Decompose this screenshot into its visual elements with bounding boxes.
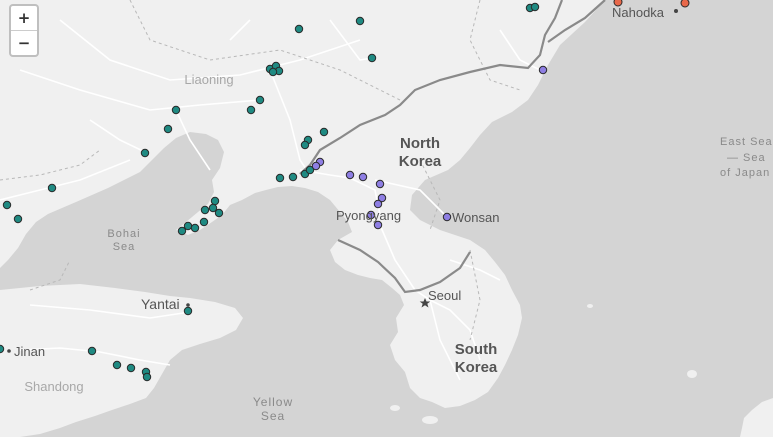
map-marker[interactable] (87, 346, 97, 356)
east-sea-label-2: — Sea (727, 152, 766, 164)
map-marker[interactable] (375, 179, 385, 189)
map-marker[interactable] (214, 208, 224, 218)
bohai-sea-label-1: Bohai (107, 228, 140, 240)
map-marker[interactable] (142, 372, 152, 382)
nahodka-city-dot (674, 9, 678, 13)
map-marker[interactable] (255, 95, 265, 105)
east-sea-label-3: of Japan (720, 167, 770, 179)
map-marker[interactable] (47, 183, 57, 193)
map-marker[interactable] (319, 127, 329, 137)
east-sea-label-1: East Sea (720, 136, 773, 148)
wonsan-label: Wonsan (452, 210, 499, 225)
map-marker[interactable] (183, 306, 193, 316)
map-marker[interactable] (199, 217, 209, 227)
island (687, 370, 697, 378)
map-marker[interactable] (288, 172, 298, 182)
liaoning-label: Liaoning (184, 72, 233, 87)
bohai-sea-label-2: Sea (113, 241, 136, 253)
map-marker[interactable] (268, 67, 278, 77)
pyongyang-label: Pyongyang (336, 208, 401, 223)
map-marker[interactable] (0, 344, 5, 354)
map-marker[interactable] (210, 196, 220, 206)
north-korea-label-2: Korea (399, 153, 442, 170)
island (422, 416, 438, 424)
map-marker[interactable] (275, 173, 285, 183)
map-marker[interactable] (2, 200, 12, 210)
jinan-label: Jinan (14, 344, 45, 359)
zoom-out-button[interactable]: − (11, 30, 37, 55)
island (587, 304, 593, 308)
yantai-label: Yantai (141, 296, 180, 312)
south-korea-label-2: Korea (455, 359, 498, 376)
map-marker[interactable] (300, 140, 310, 150)
seoul-label: Seoul (428, 288, 461, 303)
map-canvas[interactable]: + − North Korea South Korea Liaoning Sha… (0, 0, 773, 437)
yellow-sea-label-1: Yellow (253, 395, 293, 409)
map-svg: North Korea South Korea Liaoning Shandon… (0, 0, 773, 437)
map-marker[interactable] (112, 360, 122, 370)
zoom-control: + − (9, 4, 39, 57)
map-marker[interactable] (13, 214, 23, 224)
map-marker[interactable] (538, 65, 548, 75)
map-marker[interactable] (367, 53, 377, 63)
yellow-sea-label-2: Sea (261, 409, 285, 423)
zoom-in-button[interactable]: + (11, 6, 37, 30)
shandong-label: Shandong (24, 379, 83, 394)
map-marker[interactable] (200, 205, 210, 215)
map-marker[interactable] (171, 105, 181, 115)
island (390, 405, 400, 411)
map-marker[interactable] (355, 16, 365, 26)
map-marker[interactable] (177, 226, 187, 236)
map-marker[interactable] (680, 0, 690, 8)
north-korea-label-1: North (400, 135, 440, 152)
map-marker[interactable] (126, 363, 136, 373)
jinan-city-dot (7, 349, 11, 353)
map-marker[interactable] (442, 212, 452, 222)
map-marker[interactable] (345, 170, 355, 180)
map-marker[interactable] (190, 223, 200, 233)
map-marker[interactable] (294, 24, 304, 34)
map-marker[interactable] (358, 172, 368, 182)
map-marker[interactable] (530, 2, 540, 12)
map-marker[interactable] (140, 148, 150, 158)
south-korea-label-1: South (455, 341, 498, 358)
yantai-city-dot (186, 303, 190, 307)
map-marker[interactable] (311, 161, 321, 171)
map-marker[interactable] (163, 124, 173, 134)
map-marker[interactable] (246, 105, 256, 115)
map-marker[interactable] (373, 199, 383, 209)
nahodka-label: Nahodka (612, 5, 665, 20)
